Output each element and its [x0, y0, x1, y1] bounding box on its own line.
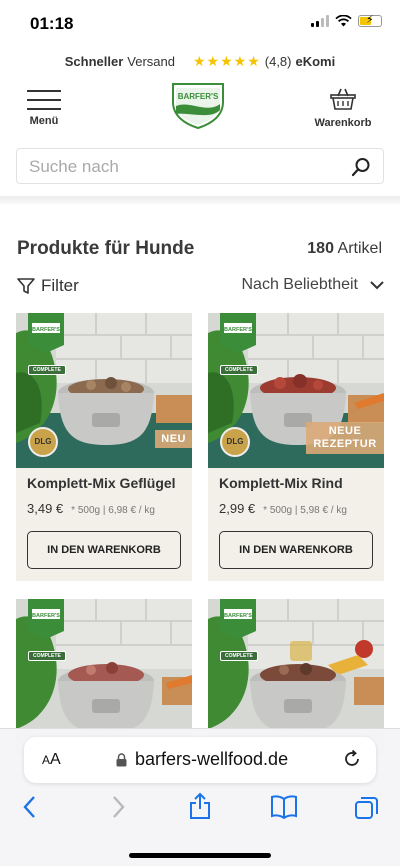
url-display[interactable]: barfers-wellfood.de — [116, 749, 288, 770]
product-image[interactable]: BARFER'S COMPLETE DLG NEUE REZEPTUR — [208, 313, 384, 468]
filter-label: Filter — [41, 276, 79, 295]
product-price: 2,99 € — [219, 501, 256, 516]
site-header: Menü BARFER'S Warenkorb — [0, 80, 400, 142]
product-image[interactable]: BARFER'S COMPLETE DLG NEU — [16, 313, 192, 468]
section-divider — [0, 196, 400, 204]
address-bar[interactable]: AA barfers-wellfood.de — [24, 737, 376, 783]
svg-text:BARFER'S: BARFER'S — [224, 327, 252, 333]
bookmarks-icon[interactable] — [270, 795, 298, 819]
wifi-icon — [335, 15, 352, 27]
dlg-seal-icon: DLG — [28, 427, 58, 457]
trust-bar: Schneller Versand ★★★★★ (4,8) eKomi — [0, 53, 400, 70]
status-bar: 01:18 ⚡ — [0, 0, 400, 48]
search-placeholder: Suche nach — [29, 157, 119, 176]
reload-icon[interactable] — [342, 749, 362, 769]
url-text: barfers-wellfood.de — [135, 749, 289, 769]
svg-text:BARFER'S: BARFER'S — [32, 327, 60, 333]
add-to-cart-button[interactable]: IN DEN WARENKORB — [27, 531, 181, 569]
product-card[interactable]: BARFER'S COMPLETE DLG NEU Komplett-Mix G… — [16, 313, 192, 581]
new-badge: NEU — [155, 430, 192, 448]
dlg-seal-icon: DLG — [220, 427, 250, 457]
product-price-row: 2,99 € * 500g | 5,98 € / kg — [219, 501, 347, 516]
search-icon[interactable] — [351, 157, 371, 177]
product-card[interactable]: BARFER'S COMPLETE — [208, 599, 384, 754]
product-unit-price: * 500g | 5,98 € / kg — [263, 505, 347, 516]
ekomi-label[interactable]: eKomi — [296, 54, 336, 69]
tabs-icon[interactable] — [354, 795, 380, 821]
logo-text: BARFER'S — [178, 92, 219, 101]
brand-label-icon: BARFER'S — [28, 599, 64, 639]
chevron-down-icon — [370, 280, 384, 289]
cellular-signal-icon — [311, 15, 329, 27]
article-count-number: 180 — [307, 240, 334, 257]
page-title: Produkte für Hunde — [17, 238, 195, 259]
product-price-row: 3,49 € * 500g | 6,98 € / kg — [27, 501, 155, 516]
complete-tag: COMPLETE — [28, 651, 66, 661]
complete-tag: COMPLETE — [220, 651, 258, 661]
hamburger-icon — [27, 90, 61, 110]
filter-funnel-icon — [17, 277, 35, 294]
browser-nav-toolbar — [0, 792, 400, 825]
status-icons: ⚡ — [311, 14, 382, 27]
product-unit-price: * 500g | 6,98 € / kg — [71, 505, 155, 516]
share-icon[interactable] — [188, 792, 212, 820]
menu-label: Menü — [29, 115, 59, 127]
sort-select[interactable]: Nach Beliebtheit — [241, 276, 384, 294]
barfers-logo[interactable]: BARFER'S — [167, 80, 229, 130]
article-count-label: Artikel — [337, 240, 382, 257]
rating-stars-icon: ★★★★★ — [193, 53, 261, 69]
brand-label-icon: BARFER'S — [220, 313, 256, 353]
menu-button[interactable]: Menü — [24, 90, 64, 127]
shipping-text: Versand — [127, 54, 175, 69]
cart-button[interactable]: Warenkorb — [308, 88, 378, 129]
browser-toolbar: AA barfers-wellfood.de — [0, 728, 400, 866]
battery-icon: ⚡ — [358, 14, 382, 27]
new-recipe-badge: NEUE REZEPTUR — [306, 422, 384, 454]
product-price: 3,49 € — [27, 501, 64, 516]
brand-label-icon: BARFER'S — [28, 313, 64, 353]
basket-icon — [330, 88, 356, 110]
home-indicator — [129, 853, 271, 858]
product-name[interactable]: Komplett-Mix Rind — [219, 475, 343, 491]
search-input[interactable]: Suche nach — [16, 148, 384, 184]
sort-label: Nach Beliebtheit — [241, 276, 358, 293]
status-time: 01:18 — [30, 14, 74, 33]
filter-button[interactable]: Filter — [17, 276, 79, 296]
brand-label-icon: BARFER'S — [220, 599, 256, 639]
article-count: 180 Artikel — [307, 240, 382, 258]
product-name[interactable]: Komplett-Mix Geflügel — [27, 475, 176, 491]
back-icon[interactable] — [22, 795, 38, 819]
svg-text:BARFER'S: BARFER'S — [224, 613, 252, 619]
cart-label: Warenkorb — [314, 117, 372, 129]
product-card[interactable]: BARFER'S COMPLETE DLG NEUE REZEPTUR Komp… — [208, 313, 384, 581]
lock-icon — [116, 752, 127, 766]
forward-icon[interactable] — [110, 795, 126, 819]
complete-tag: COMPLETE — [220, 365, 258, 375]
page-settings-button[interactable]: AA — [42, 751, 61, 769]
complete-tag: COMPLETE — [28, 365, 66, 375]
add-to-cart-button[interactable]: IN DEN WARENKORB — [219, 531, 373, 569]
shipping-bold: Schneller — [64, 54, 124, 69]
rating-value: (4,8) — [264, 54, 292, 69]
product-card[interactable]: BARFER'S COMPLETE — [16, 599, 192, 754]
svg-text:BARFER'S: BARFER'S — [32, 613, 60, 619]
